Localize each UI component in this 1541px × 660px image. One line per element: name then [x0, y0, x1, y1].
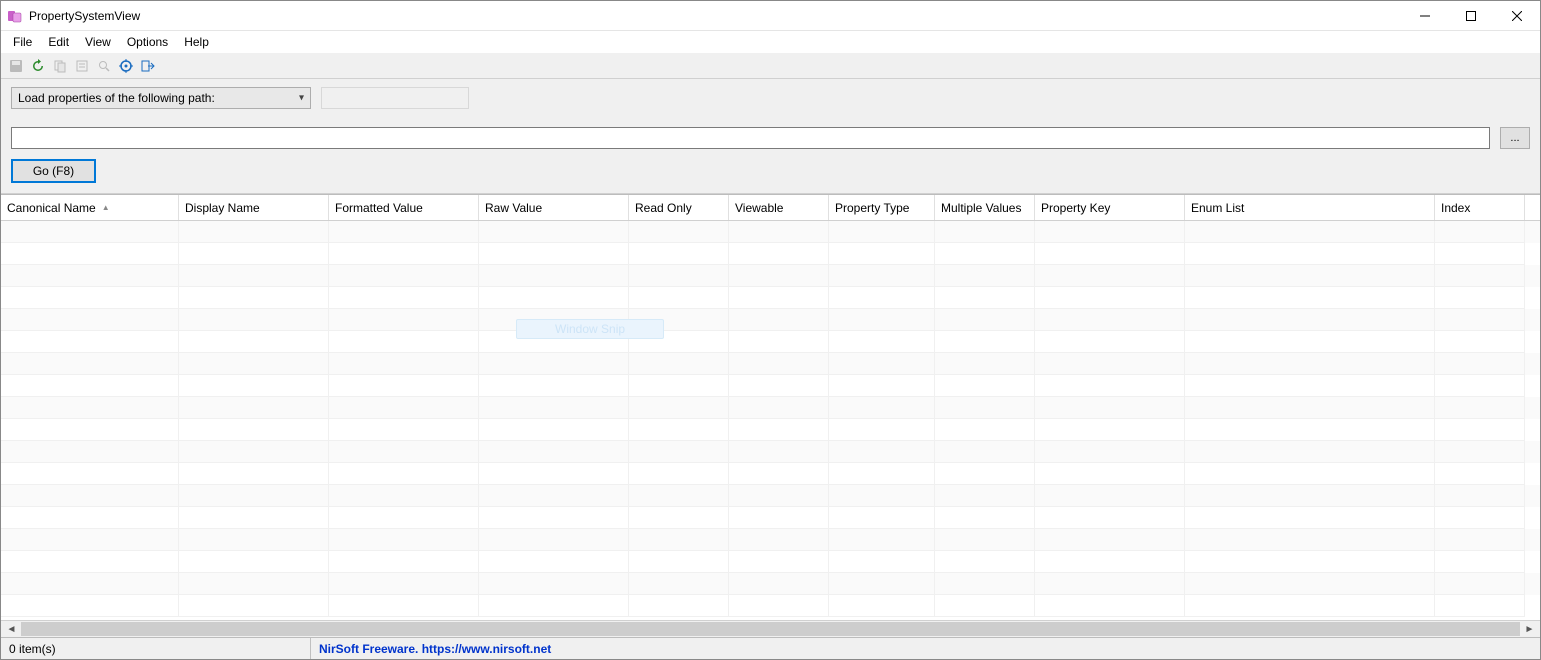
browse-button[interactable]: ... [1500, 127, 1530, 149]
column-header[interactable]: Enum List [1185, 195, 1435, 220]
menu-view[interactable]: View [77, 33, 119, 51]
column-header[interactable]: Display Name [179, 195, 329, 220]
exit-icon[interactable] [139, 57, 157, 75]
status-credit-link[interactable]: NirSoft Freeware. https://www.nirsoft.ne… [311, 638, 1540, 659]
menu-edit[interactable]: Edit [40, 33, 77, 51]
horizontal-scrollbar[interactable]: ◄ ► [1, 620, 1540, 637]
go-button[interactable]: Go (F8) [11, 159, 96, 183]
column-header[interactable]: Read Only [629, 195, 729, 220]
column-header[interactable]: Formatted Value [329, 195, 479, 220]
table-row [1, 529, 1540, 551]
path-input[interactable] [11, 127, 1490, 149]
table-row [1, 463, 1540, 485]
menu-help[interactable]: Help [176, 33, 217, 51]
scroll-right-icon[interactable]: ► [1521, 624, 1538, 635]
secondary-input[interactable] [321, 87, 469, 109]
refresh-icon[interactable] [29, 57, 47, 75]
column-header[interactable]: Raw Value [479, 195, 629, 220]
target-icon[interactable] [117, 57, 135, 75]
table-row [1, 397, 1540, 419]
table-row [1, 485, 1540, 507]
table-row [1, 419, 1540, 441]
mode-combobox-value: Load properties of the following path: [18, 91, 215, 105]
grid-body: Window Snip [1, 221, 1540, 620]
table-row [1, 507, 1540, 529]
table-row [1, 287, 1540, 309]
properties-icon [73, 57, 91, 75]
table-row [1, 221, 1540, 243]
scroll-track[interactable] [21, 622, 1520, 636]
column-headers: Canonical Name▲Display NameFormatted Val… [1, 195, 1540, 221]
column-header[interactable]: Multiple Values [935, 195, 1035, 220]
properties-listview[interactable]: Canonical Name▲Display NameFormatted Val… [1, 194, 1540, 637]
table-row [1, 551, 1540, 573]
find-icon [95, 57, 113, 75]
menu-file[interactable]: File [5, 33, 40, 51]
window-title: PropertySystemView [29, 9, 140, 23]
table-row [1, 375, 1540, 397]
title-bar: PropertySystemView [1, 1, 1540, 31]
minimize-button[interactable] [1402, 1, 1448, 30]
column-header[interactable]: Property Key [1035, 195, 1185, 220]
maximize-button[interactable] [1448, 1, 1494, 30]
status-bar: 0 item(s) NirSoft Freeware. https://www.… [1, 637, 1540, 659]
table-row [1, 265, 1540, 287]
toolbar [1, 53, 1540, 79]
column-header[interactable]: Index [1435, 195, 1525, 220]
table-row [1, 573, 1540, 595]
watermark-overlay: Window Snip [516, 319, 664, 339]
save-icon [7, 57, 25, 75]
menu-bar: FileEditViewOptionsHelp [1, 31, 1540, 53]
controls-panel: Load properties of the following path: ▾… [1, 79, 1540, 194]
copy-icon [51, 57, 69, 75]
table-row [1, 441, 1540, 463]
column-header[interactable]: Property Type [829, 195, 935, 220]
table-row [1, 243, 1540, 265]
table-row [1, 353, 1540, 375]
table-row [1, 309, 1540, 331]
close-button[interactable] [1494, 1, 1540, 30]
menu-options[interactable]: Options [119, 33, 176, 51]
status-item-count: 0 item(s) [1, 638, 311, 659]
table-row [1, 595, 1540, 617]
scroll-left-icon[interactable]: ◄ [3, 624, 20, 635]
chevron-down-icon: ▾ [299, 93, 304, 104]
mode-combobox[interactable]: Load properties of the following path: ▾ [11, 87, 311, 109]
app-icon [7, 8, 23, 24]
column-header[interactable]: Viewable [729, 195, 829, 220]
sort-indicator-icon: ▲ [102, 203, 110, 212]
table-row [1, 331, 1540, 353]
column-header[interactable]: Canonical Name▲ [1, 195, 179, 220]
